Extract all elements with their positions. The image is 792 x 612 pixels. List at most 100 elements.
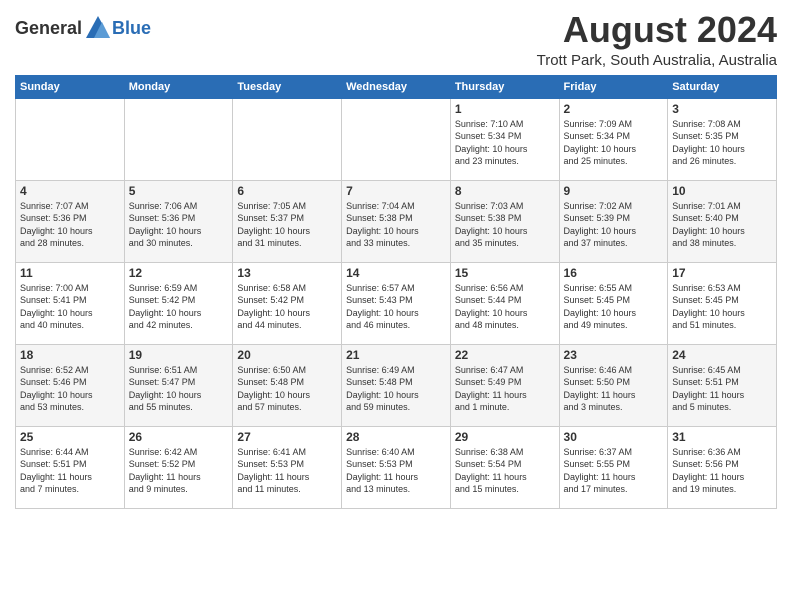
cell-content: Sunrise: 7:06 AM Sunset: 5:36 PM Dayligh… — [129, 200, 229, 250]
cell-content: Sunrise: 6:58 AM Sunset: 5:42 PM Dayligh… — [237, 282, 337, 332]
day-number: 26 — [129, 430, 229, 444]
day-number: 7 — [346, 184, 446, 198]
calendar-cell: 25Sunrise: 6:44 AM Sunset: 5:51 PM Dayli… — [16, 426, 125, 508]
calendar-cell: 13 Sunrise: 6:58 AM Sunset: 5:42 PM Dayli… — [233, 262, 342, 344]
calendar-week-row: 1 Sunrise: 7:10 AM Sunset: 5:34 PM Daylig… — [16, 98, 777, 180]
day-number: 24 — [672, 348, 772, 362]
day-header-thursday: Thursday — [450, 75, 559, 98]
calendar-cell: 29 Sunrise: 6:38 AM Sunset: 5:54 PM Dayli… — [450, 426, 559, 508]
day-number: 18 — [20, 348, 120, 362]
cell-content: Sunrise: 6:38 AM Sunset: 5:54 PM Dayligh… — [455, 446, 555, 496]
calendar-cell: 9Sunrise: 7:02 AM Sunset: 5:39 PM Daylig… — [559, 180, 668, 262]
cell-content: Sunrise: 7:04 AM Sunset: 5:38 PM Dayligh… — [346, 200, 446, 250]
calendar-cell: 31Sunrise: 6:36 AM Sunset: 5:56 PM Dayli… — [668, 426, 777, 508]
day-number: 23 — [564, 348, 664, 362]
title-block: August 2024 Trott Park, South Australia,… — [537, 10, 777, 69]
calendar-cell: 2 Sunrise: 7:09 AM Sunset: 5:34 PM Daylig… — [559, 98, 668, 180]
calendar-cell: 15Sunrise: 6:56 AM Sunset: 5:44 PM Dayli… — [450, 262, 559, 344]
calendar-cell: 16 Sunrise: 6:55 AM Sunset: 5:45 PM Dayli… — [559, 262, 668, 344]
calendar-cell: 10 Sunrise: 7:01 AM Sunset: 5:40 PM Dayli… — [668, 180, 777, 262]
cell-content: Sunrise: 6:59 AM Sunset: 5:42 PM Dayligh… — [129, 282, 229, 332]
calendar-cell: 21Sunrise: 6:49 AM Sunset: 5:48 PM Dayli… — [342, 344, 451, 426]
cell-content: Sunrise: 6:46 AM Sunset: 5:50 PM Dayligh… — [564, 364, 664, 414]
day-header-tuesday: Tuesday — [233, 75, 342, 98]
calendar-cell: 12Sunrise: 6:59 AM Sunset: 5:42 PM Dayli… — [124, 262, 233, 344]
page-header: General Blue August 2024 Trott Park, Sou… — [15, 10, 777, 69]
day-number: 2 — [564, 102, 664, 116]
day-number: 16 — [564, 266, 664, 280]
cell-content: Sunrise: 6:36 AM Sunset: 5:56 PM Dayligh… — [672, 446, 772, 496]
calendar-cell — [233, 98, 342, 180]
cell-content: Sunrise: 7:10 AM Sunset: 5:34 PM Dayligh… — [455, 118, 555, 168]
calendar-week-row: 11Sunrise: 7:00 AM Sunset: 5:41 PM Dayli… — [16, 262, 777, 344]
day-number: 8 — [455, 184, 555, 198]
cell-content: Sunrise: 6:40 AM Sunset: 5:53 PM Dayligh… — [346, 446, 446, 496]
calendar-cell: 26 Sunrise: 6:42 AM Sunset: 5:52 PM Dayli… — [124, 426, 233, 508]
cell-content: Sunrise: 7:01 AM Sunset: 5:40 PM Dayligh… — [672, 200, 772, 250]
day-number: 27 — [237, 430, 337, 444]
logo-general: General — [15, 18, 82, 39]
cell-content: Sunrise: 6:52 AM Sunset: 5:46 PM Dayligh… — [20, 364, 120, 414]
day-number: 19 — [129, 348, 229, 362]
day-number: 17 — [672, 266, 772, 280]
day-number: 10 — [672, 184, 772, 198]
day-number: 5 — [129, 184, 229, 198]
calendar-cell: 14 Sunrise: 6:57 AM Sunset: 5:43 PM Dayli… — [342, 262, 451, 344]
cell-content: Sunrise: 7:02 AM Sunset: 5:39 PM Dayligh… — [564, 200, 664, 250]
cell-content: Sunrise: 6:57 AM Sunset: 5:43 PM Dayligh… — [346, 282, 446, 332]
calendar-cell: 8 Sunrise: 7:03 AM Sunset: 5:38 PM Daylig… — [450, 180, 559, 262]
cell-content: Sunrise: 6:55 AM Sunset: 5:45 PM Dayligh… — [564, 282, 664, 332]
cell-content: Sunrise: 6:37 AM Sunset: 5:55 PM Dayligh… — [564, 446, 664, 496]
cell-content: Sunrise: 6:42 AM Sunset: 5:52 PM Dayligh… — [129, 446, 229, 496]
logo-blue: Blue — [112, 18, 151, 39]
calendar-week-row: 4Sunrise: 7:07 AM Sunset: 5:36 PM Daylig… — [16, 180, 777, 262]
cell-content: Sunrise: 6:45 AM Sunset: 5:51 PM Dayligh… — [672, 364, 772, 414]
calendar-cell: 6Sunrise: 7:05 AM Sunset: 5:37 PM Daylig… — [233, 180, 342, 262]
calendar-header-row: SundayMondayTuesdayWednesdayThursdayFrid… — [16, 75, 777, 98]
cell-content: Sunrise: 7:03 AM Sunset: 5:38 PM Dayligh… — [455, 200, 555, 250]
day-number: 13 — [237, 266, 337, 280]
cell-content: Sunrise: 6:50 AM Sunset: 5:48 PM Dayligh… — [237, 364, 337, 414]
calendar-cell: 3 Sunrise: 7:08 AM Sunset: 5:35 PM Daylig… — [668, 98, 777, 180]
day-number: 14 — [346, 266, 446, 280]
day-number: 1 — [455, 102, 555, 116]
day-number: 4 — [20, 184, 120, 198]
day-number: 30 — [564, 430, 664, 444]
calendar-cell: 7 Sunrise: 7:04 AM Sunset: 5:38 PM Daylig… — [342, 180, 451, 262]
calendar-cell: 18 Sunrise: 6:52 AM Sunset: 5:46 PM Dayli… — [16, 344, 125, 426]
day-number: 29 — [455, 430, 555, 444]
calendar-cell: 24 Sunrise: 6:45 AM Sunset: 5:51 PM Dayli… — [668, 344, 777, 426]
calendar-cell: 4Sunrise: 7:07 AM Sunset: 5:36 PM Daylig… — [16, 180, 125, 262]
calendar-cell: 17 Sunrise: 6:53 AM Sunset: 5:45 PM Dayli… — [668, 262, 777, 344]
calendar-cell: 19Sunrise: 6:51 AM Sunset: 5:47 PM Dayli… — [124, 344, 233, 426]
cell-content: Sunrise: 7:05 AM Sunset: 5:37 PM Dayligh… — [237, 200, 337, 250]
day-number: 3 — [672, 102, 772, 116]
day-number: 20 — [237, 348, 337, 362]
cell-content: Sunrise: 6:47 AM Sunset: 5:49 PM Dayligh… — [455, 364, 555, 414]
day-header-saturday: Saturday — [668, 75, 777, 98]
calendar-table: SundayMondayTuesdayWednesdayThursdayFrid… — [15, 75, 777, 509]
cell-content: Sunrise: 6:53 AM Sunset: 5:45 PM Dayligh… — [672, 282, 772, 332]
day-number: 15 — [455, 266, 555, 280]
calendar-cell: 30 Sunrise: 6:37 AM Sunset: 5:55 PM Dayli… — [559, 426, 668, 508]
day-number: 28 — [346, 430, 446, 444]
cell-content: Sunrise: 7:08 AM Sunset: 5:35 PM Dayligh… — [672, 118, 772, 168]
month-title: August 2024 — [537, 10, 777, 50]
calendar-cell: 1 Sunrise: 7:10 AM Sunset: 5:34 PM Daylig… — [450, 98, 559, 180]
day-number: 21 — [346, 348, 446, 362]
calendar-cell: 27 Sunrise: 6:41 AM Sunset: 5:53 PM Dayli… — [233, 426, 342, 508]
calendar-cell: 11Sunrise: 7:00 AM Sunset: 5:41 PM Dayli… — [16, 262, 125, 344]
cell-content: Sunrise: 6:41 AM Sunset: 5:53 PM Dayligh… — [237, 446, 337, 496]
day-header-sunday: Sunday — [16, 75, 125, 98]
cell-content: Sunrise: 7:00 AM Sunset: 5:41 PM Dayligh… — [20, 282, 120, 332]
cell-content: Sunrise: 7:09 AM Sunset: 5:34 PM Dayligh… — [564, 118, 664, 168]
calendar-cell: 5 Sunrise: 7:06 AM Sunset: 5:36 PM Daylig… — [124, 180, 233, 262]
location-title: Trott Park, South Australia, Australia — [537, 52, 777, 69]
day-header-friday: Friday — [559, 75, 668, 98]
day-header-wednesday: Wednesday — [342, 75, 451, 98]
calendar-cell: 28 Sunrise: 6:40 AM Sunset: 5:53 PM Dayli… — [342, 426, 451, 508]
calendar-week-row: 25Sunrise: 6:44 AM Sunset: 5:51 PM Dayli… — [16, 426, 777, 508]
calendar-cell: 22Sunrise: 6:47 AM Sunset: 5:49 PM Dayli… — [450, 344, 559, 426]
logo-icon — [84, 14, 112, 42]
calendar-cell — [124, 98, 233, 180]
